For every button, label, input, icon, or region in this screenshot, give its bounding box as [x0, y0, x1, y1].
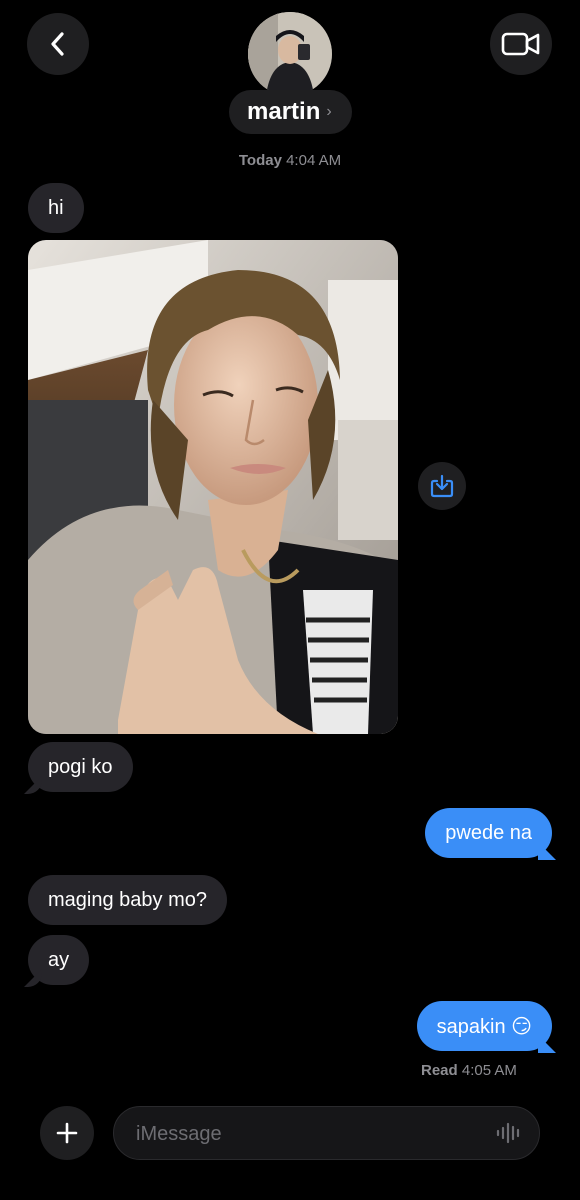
contact-name: martin	[247, 98, 321, 125]
message-text: pwede na	[445, 821, 532, 844]
save-photo-button[interactable]	[418, 462, 466, 510]
message-bubble-incoming[interactable]: hi	[28, 183, 84, 233]
contact-name-pill[interactable]: martin ›	[229, 90, 352, 134]
read-receipt: Read 4:05 AM	[421, 1062, 517, 1079]
message-photo[interactable]	[28, 240, 398, 734]
message-text: hi	[48, 196, 64, 219]
video-call-button[interactable]	[490, 13, 552, 75]
message-bubble-incoming[interactable]: maging baby mo?	[28, 875, 227, 925]
message-text: pogi ko	[48, 755, 113, 778]
message-input[interactable]	[134, 1107, 478, 1161]
plus-icon	[56, 1122, 78, 1144]
back-button[interactable]	[27, 13, 89, 75]
timestamp-day: Today	[238, 152, 282, 169]
message-bubble-incoming[interactable]: ay	[28, 935, 90, 985]
message-text: sapakin 😏	[436, 1015, 532, 1038]
timestamp-time: 4:04 AM	[286, 152, 342, 169]
chevron-right-icon: ›	[326, 103, 332, 120]
add-attachment-button[interactable]	[40, 1106, 94, 1160]
video-camera-icon	[501, 32, 540, 56]
chevron-left-icon	[51, 32, 64, 56]
message-composer[interactable]	[113, 1106, 540, 1161]
contact-avatar[interactable]	[248, 12, 332, 96]
message-bubble-incoming[interactable]: pogi ko	[28, 742, 133, 792]
conversation-timestamp: Today 4:04 AM	[0, 152, 580, 169]
read-label: Read	[421, 1062, 458, 1079]
message-text: ay	[48, 948, 70, 971]
message-bubble-outgoing[interactable]: pwede na	[425, 808, 552, 858]
read-time: 4:05 AM	[461, 1062, 517, 1079]
message-text: maging baby mo?	[48, 888, 207, 911]
message-bubble-outgoing[interactable]: sapakin 😏	[416, 1001, 552, 1051]
download-icon	[430, 474, 454, 498]
selfie-photo	[28, 240, 398, 734]
waveform-icon[interactable]	[495, 1121, 523, 1145]
avatar-photo	[248, 12, 332, 96]
